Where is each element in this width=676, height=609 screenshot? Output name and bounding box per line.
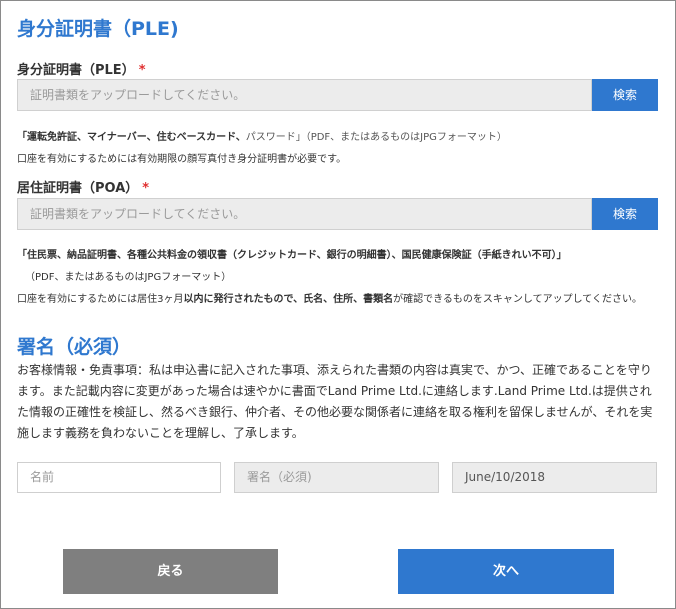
poa-accepted-docs-bold: 「住民票、納品証明書、各種公共料金の領収書（クレジットカード、銀行の明細書）、国… bbox=[17, 250, 567, 261]
ple-upload-field[interactable]: 証明書類をアップロードしてください。 bbox=[17, 79, 592, 111]
poa-upload-field[interactable]: 証明書類をアップロードしてください。 bbox=[17, 198, 592, 230]
ple-accepted-docs-rest: パスワード」（PDF、またはあるものはJPGフォーマット） bbox=[245, 132, 507, 143]
ple-section-title: 身分証明書（PLE) bbox=[17, 18, 179, 40]
disclaimer-text: お客様情報・免責事項：私は申込書に記入された事項、添えられた書類の内容は真実で、… bbox=[17, 363, 653, 440]
ple-search-button[interactable]: 検索 bbox=[592, 79, 658, 111]
signature-section-title: 署名（必須） bbox=[17, 336, 132, 358]
back-button[interactable]: 戻る bbox=[63, 549, 278, 594]
ple-requirement-note: 口座を有効にするためには有効期限の顔写真付き身分証明書が必要です。 bbox=[17, 154, 347, 165]
date-field: June/10/2018 bbox=[452, 462, 657, 493]
required-asterisk: * bbox=[142, 181, 150, 196]
poa-req-part1: 口座を有効にするためには居住3ヶ月 bbox=[17, 294, 184, 305]
poa-requirement-note: 口座を有効にするためには居住3ヶ月以内に発行されたもので、氏名、住所、書類名が確… bbox=[17, 290, 642, 305]
poa-format-note: （PDF、またはあるものはJPGフォーマット） bbox=[25, 272, 232, 283]
signature-input[interactable]: 署名（必須) bbox=[234, 462, 439, 493]
ple-accepted-docs-bold: 「運転免許証、マイナーバー、住むベースカード、 bbox=[17, 132, 246, 143]
poa-accepted-docs: 「住民票、納品証明書、各種公共料金の領収書（クレジットカード、銀行の明細書）、国… bbox=[17, 246, 567, 261]
poa-req-bold: 以内に発行されたもので、氏名、住所、書類名 bbox=[183, 294, 394, 305]
next-button[interactable]: 次へ bbox=[398, 549, 614, 594]
ple-field-label: 身分証明書（PLE） * bbox=[17, 59, 146, 78]
poa-field-label: 居住証明書（POA） * bbox=[17, 177, 149, 196]
required-asterisk: * bbox=[138, 63, 146, 78]
poa-req-part2: が確認できるものをスキャンしてアップしてください。 bbox=[393, 294, 642, 305]
ple-field-label-text: 身分証明書（PLE） bbox=[17, 63, 135, 78]
name-input[interactable]: 名前 bbox=[17, 462, 221, 493]
ple-accepted-docs: 「運転免許証、マイナーバー、住むベースカード、パスワード」（PDF、またはあるも… bbox=[17, 128, 507, 143]
poa-field-label-text: 居住証明書（POA） bbox=[17, 181, 139, 196]
poa-search-button[interactable]: 検索 bbox=[592, 198, 658, 230]
